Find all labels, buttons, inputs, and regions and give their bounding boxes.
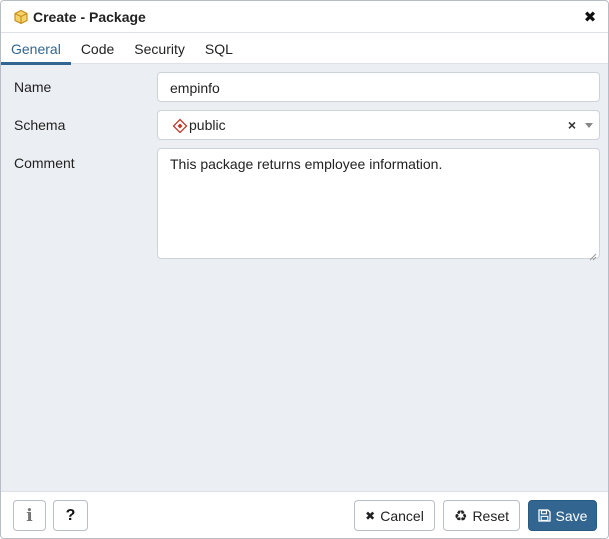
tab-sql[interactable]: SQL bbox=[195, 33, 243, 64]
clear-icon[interactable]: × bbox=[568, 117, 576, 133]
floppy-disk-icon bbox=[537, 509, 551, 522]
cancel-label: Cancel bbox=[380, 507, 424, 524]
schema-label: Schema bbox=[14, 117, 66, 133]
close-icon[interactable]: ✖ bbox=[581, 8, 599, 26]
schema-value: public bbox=[189, 117, 226, 133]
tab-general[interactable]: General bbox=[1, 33, 71, 65]
create-package-dialog: Create - Package ✖ General Code Security… bbox=[0, 0, 609, 539]
info-icon: i bbox=[26, 505, 33, 526]
reset-label: Reset bbox=[472, 507, 510, 524]
comment-value: This package returns employee informatio… bbox=[170, 156, 443, 172]
schema-select[interactable]: public × bbox=[157, 110, 600, 140]
save-label: Save bbox=[555, 507, 588, 524]
tab-code[interactable]: Code bbox=[71, 33, 124, 64]
chevron-down-icon[interactable] bbox=[585, 123, 593, 128]
help-button[interactable]: ? bbox=[53, 500, 88, 531]
info-button[interactable]: i bbox=[13, 500, 46, 531]
name-label: Name bbox=[14, 79, 52, 95]
help-icon: ? bbox=[65, 506, 76, 524]
dialog-titlebar: Create - Package ✖ bbox=[1, 1, 608, 33]
general-form: Name empinfo Schema public × Comment Thi… bbox=[1, 64, 608, 491]
package-icon bbox=[13, 9, 29, 25]
save-button[interactable]: Save bbox=[528, 500, 597, 531]
schema-icon bbox=[172, 118, 188, 134]
tab-security[interactable]: Security bbox=[124, 33, 195, 64]
dialog-footer: i ? ✖ Cancel ♻ Reset Save bbox=[1, 491, 608, 538]
name-value: empinfo bbox=[170, 80, 220, 96]
resize-grip-icon[interactable] bbox=[589, 248, 597, 261]
close-icon: ✖ bbox=[365, 508, 376, 523]
comment-textarea[interactable]: This package returns employee informatio… bbox=[157, 148, 600, 261]
tab-bar: General Code Security SQL bbox=[1, 33, 608, 65]
dialog-title: Create - Package bbox=[33, 8, 146, 25]
name-input[interactable]: empinfo bbox=[157, 72, 600, 102]
reset-button[interactable]: ♻ Reset bbox=[443, 500, 520, 531]
comment-label: Comment bbox=[14, 155, 75, 171]
recycle-icon: ♻ bbox=[453, 507, 468, 525]
cancel-button[interactable]: ✖ Cancel bbox=[354, 500, 435, 531]
